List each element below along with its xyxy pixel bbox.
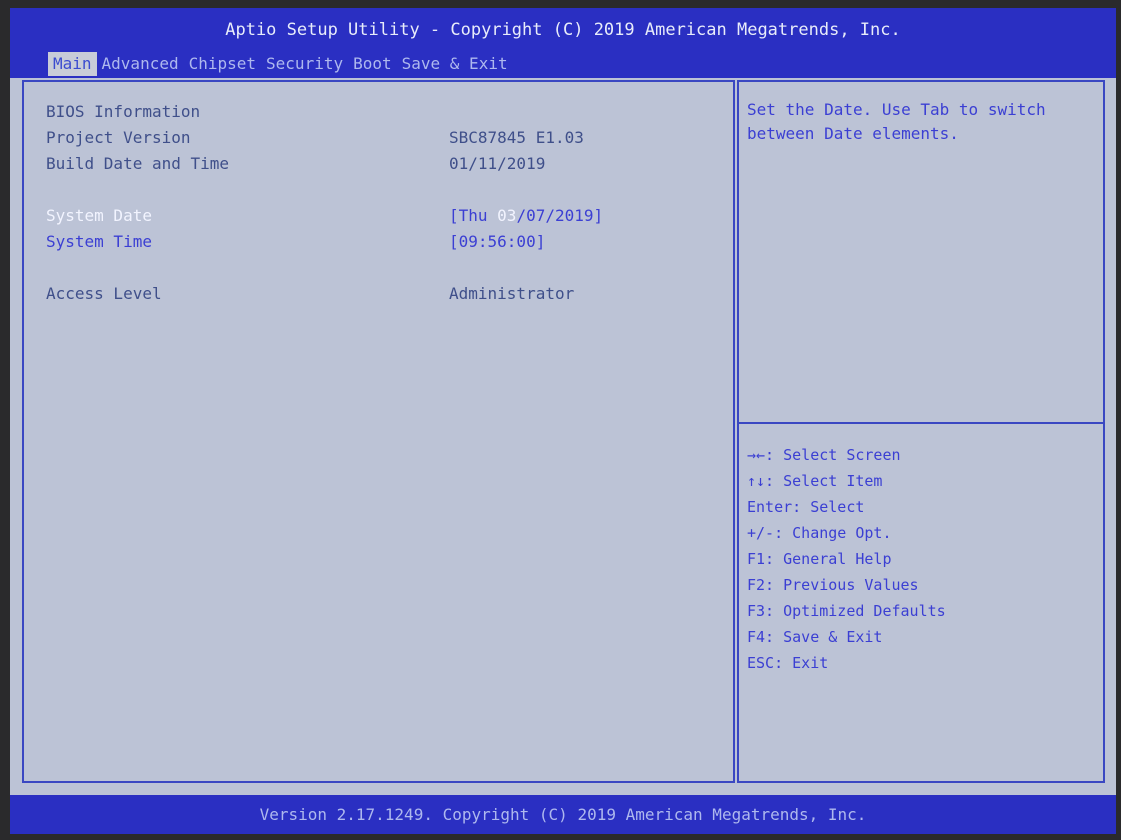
system-time-label[interactable]: System Time	[46, 232, 152, 251]
tab-chipset[interactable]: Chipset	[184, 52, 261, 76]
help-description: Set the Date. Use Tab to switch between …	[747, 100, 1046, 143]
version-footer: Version 2.17.1249. Copyright (C) 2019 Am…	[259, 805, 867, 824]
bios-information-heading: BIOS Information	[46, 102, 201, 121]
main-panel: BIOS Information Project Version SBC8784…	[22, 80, 735, 783]
key-select-item: ↑↓: Select Item	[747, 472, 883, 490]
system-date-month[interactable]: 03	[497, 206, 516, 225]
project-version-value: SBC87845 E1.03	[449, 128, 584, 147]
access-level-value: Administrator	[449, 284, 575, 303]
key-optimized-defaults: F3: Optimized Defaults	[747, 602, 946, 620]
footer-bar: Version 2.17.1249. Copyright (C) 2019 Am…	[10, 795, 1116, 834]
bios-screen: Aptio Setup Utility - Copyright (C) 2019…	[10, 8, 1116, 834]
access-level-label: Access Level	[46, 284, 162, 303]
system-date-prefix: [Thu	[449, 206, 498, 225]
tab-main[interactable]: Main	[48, 52, 97, 76]
tab-save-exit[interactable]: Save & Exit	[397, 52, 513, 76]
build-date-value: 01/11/2019	[449, 154, 546, 173]
tab-bar: Main Advanced Chipset Security Boot Save…	[48, 52, 513, 76]
key-change-opt: +/-: Change Opt.	[747, 524, 892, 542]
system-date-field[interactable]: [Thu 03/07/2019]	[449, 206, 603, 225]
tab-advanced[interactable]: Advanced	[97, 52, 184, 76]
help-divider	[739, 422, 1103, 424]
system-date-label[interactable]: System Date	[46, 206, 152, 225]
system-date-suffix: /07/2019]	[516, 206, 604, 225]
header-bar: Aptio Setup Utility - Copyright (C) 2019…	[10, 8, 1116, 78]
key-select-screen: →←: Select Screen	[747, 446, 901, 464]
key-enter-select: Enter: Select	[747, 498, 865, 516]
tab-boot[interactable]: Boot	[348, 52, 397, 76]
key-legend: →←: Select Screen ↑↓: Select Item Enter:…	[747, 442, 1097, 676]
build-date-label: Build Date and Time	[46, 154, 230, 173]
help-panel: Set the Date. Use Tab to switch between …	[737, 80, 1105, 783]
utility-title: Aptio Setup Utility - Copyright (C) 2019…	[225, 20, 901, 40]
key-previous-values: F2: Previous Values	[747, 576, 919, 594]
key-esc-exit: ESC: Exit	[747, 654, 829, 672]
project-version-label: Project Version	[46, 128, 191, 147]
key-general-help: F1: General Help	[747, 550, 892, 568]
key-save-exit: F4: Save & Exit	[747, 628, 883, 646]
system-time-field[interactable]: [09:56:00]	[449, 232, 545, 251]
tab-security[interactable]: Security	[261, 52, 348, 76]
